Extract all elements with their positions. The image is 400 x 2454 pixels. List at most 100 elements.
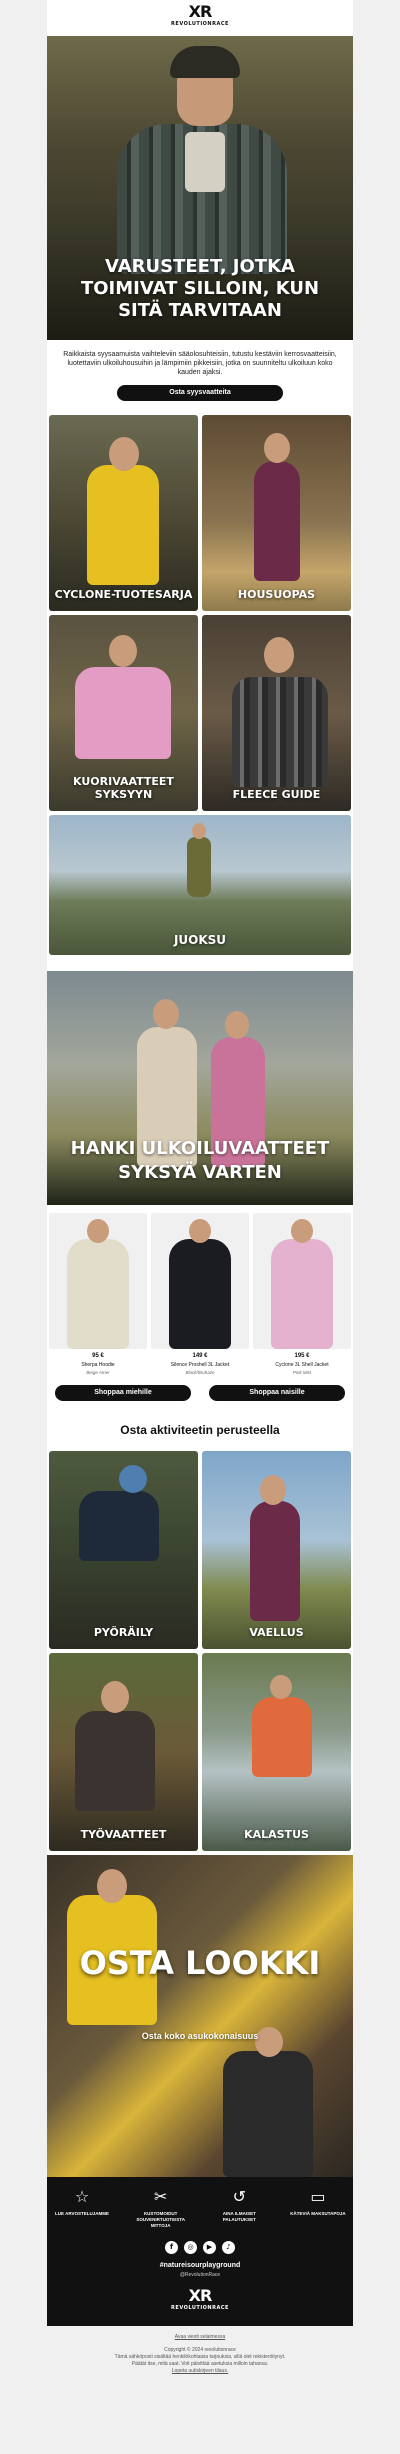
tile-person (232, 677, 328, 787)
usp-row: ☆ LUE ARVOSTELUJAMME ✂ KUSTOMOIDUT SOUVE… (53, 2187, 347, 2229)
tile-person (87, 465, 159, 585)
hero-banner[interactable]: VARUSTEET, JOTKA TOIMIVAT SILLOIN, KUN S… (47, 36, 353, 340)
product-card[interactable]: 95 € Sherpa Hoodie Beige Amer (49, 1213, 147, 1375)
usp-text: AINA ILMAISET PALAUTUKSET (222, 2211, 256, 2222)
usp-payments[interactable]: ▭ KÄTEVIÄ MAKSUTAPOJA (289, 2187, 347, 2229)
couple-woman-head (225, 1011, 249, 1039)
look-subtitle: Osta koko asukokonaisuus (141, 2031, 259, 2041)
tile-person (75, 1711, 155, 1811)
category-label: CYCLONE-TUOTESARJA (54, 588, 193, 601)
tiktok-icon[interactable]: ♪ (222, 2241, 235, 2254)
credit-card-icon: ▭ (310, 2187, 326, 2206)
product-card[interactable]: 149 € Silence Proshell 3L Jacket Black/B… (151, 1213, 249, 1375)
look-person-left-head (97, 1869, 127, 1903)
footer-logo-mark: XR REVOLUTIONRACE (53, 2288, 347, 2314)
category-label: HOUSUOPAS (237, 588, 316, 601)
tile-person-head (109, 437, 139, 471)
shop-women-button[interactable]: Shoppaa naisille (209, 1385, 345, 1401)
youtube-icon[interactable]: ▶ (203, 2241, 216, 2254)
social-handle: @RevolutionRace (179, 2272, 221, 2278)
product-cta-row: Shoppaa miehille Shoppaa naisille (47, 1381, 353, 1417)
email-container: XR REVOLUTIONRACE VARUSTEET, JOTKA TOIMI… (47, 0, 353, 2326)
tile-person-head (270, 1675, 292, 1699)
runner-figure (187, 837, 211, 897)
activity-tile-workwear[interactable]: TYÖVAATTEET (49, 1653, 198, 1851)
usp-returns[interactable]: ↺ AINA ILMAISET PALAUTUKSET (210, 2187, 268, 2229)
footer: ☆ LUE ARVOSTELUJAMME ✂ KUSTOMOIDUT SOUVE… (47, 2177, 353, 2326)
legal-footer: Avaa viesti selaimessa Copyright © 2024 … (47, 2326, 353, 2389)
view-in-browser-link[interactable]: Avaa viesti selaimessa (175, 2334, 226, 2340)
tile-person-head (264, 637, 294, 673)
instagram-icon[interactable]: ◎ (184, 2241, 197, 2254)
tile-person-head (109, 635, 137, 667)
legal-line-1: Tämä sähköposti sisältää henkilökohtaisi… (114, 2354, 286, 2360)
tile-person-head (119, 1465, 147, 1493)
tile-person-head (101, 1681, 129, 1713)
couple-man-head (153, 999, 179, 1029)
category-tile-shells[interactable]: KUORIVAATTEET SYKSYYN (49, 615, 198, 811)
footer-logo[interactable]: XR REVOLUTIONRACE (53, 2288, 347, 2314)
running-banner[interactable]: JUOKSU (49, 815, 351, 955)
tile-person-head (264, 433, 290, 463)
product-model (271, 1239, 333, 1349)
autumn-banner[interactable]: HANKI ULKOILUVAATTEET SYKSYÄ VARTEN (47, 971, 353, 1205)
activity-label: VAELLUS (249, 1626, 304, 1639)
intro-text: Raikkaista syysaamuista vaihteleviin sää… (63, 351, 337, 376)
usp-text: LUE ARVOSTELUJAMME (54, 2211, 109, 2216)
star-icon: ☆ (74, 2187, 90, 2206)
activity-tile-hiking[interactable]: VAELLUS (202, 1451, 351, 1649)
legal-line-2: Päätät itse, mitä saat. Voit päivittää a… (131, 2361, 269, 2367)
tile-person-head (260, 1475, 286, 1505)
product-card[interactable]: 195 € Cyclone 3L Shell Jacket Pink Mist (253, 1213, 351, 1375)
category-label: KUORIVAATTEET SYKSYYN (73, 775, 174, 801)
activity-label: PYÖRÄILY (93, 1626, 154, 1639)
category-tile-pants[interactable]: HOUSUOPAS (202, 415, 351, 611)
look-person-right (223, 2051, 313, 2177)
product-image (253, 1213, 351, 1349)
shop-look-banner[interactable]: OSTA LOOKKI Osta koko asukokonaisuus (47, 1855, 353, 2177)
usp-text: KUSTOMOIDUT SOUVENIRTUOTEISTA MITTOJA (136, 2211, 185, 2228)
unsubscribe-link[interactable]: Lopeta uutiskirjeen tilaus. (172, 2368, 228, 2374)
product-price: 95 € (92, 1353, 104, 1359)
product-name: Sherpa Hoodie (81, 1362, 115, 1368)
product-model (67, 1239, 129, 1349)
product-price: 149 € (192, 1353, 208, 1359)
return-icon: ↺ (232, 2187, 247, 2206)
product-model-head (189, 1219, 211, 1243)
tile-person (254, 461, 300, 581)
logo-text: REVOLUTIONRACE (171, 2305, 229, 2311)
shop-men-button[interactable]: Shoppaa miehille (55, 1385, 191, 1401)
header-logo-bar: XR REVOLUTIONRACE (47, 0, 353, 36)
tile-person (75, 667, 171, 759)
social-links: f ◎ ▶ ♪ (53, 2241, 347, 2254)
shop-autumn-button[interactable]: Osta syysvaatteita (117, 385, 283, 401)
autumn-headline: HANKI ULKOILUVAATTEET SYKSYÄ VARTEN (70, 1138, 330, 1183)
tile-person (79, 1491, 159, 1561)
product-model-head (87, 1219, 109, 1243)
brand-logo[interactable]: XR REVOLUTIONRACE (171, 4, 229, 30)
product-row: 95 € Sherpa Hoodie Beige Amer 149 € Sile… (47, 1205, 353, 1381)
tile-person (252, 1697, 312, 1777)
hero-person-cap (170, 46, 240, 78)
hero-headline: VARUSTEET, JOTKA TOIMIVAT SILLOIN, KUN S… (80, 256, 320, 321)
activity-label: KALASTUS (244, 1828, 309, 1841)
usp-custom[interactable]: ✂ KUSTOMOIDUT SOUVENIRTUOTEISTA MITTOJA (132, 2187, 190, 2229)
product-image (49, 1213, 147, 1349)
product-price: 195 € (294, 1353, 310, 1359)
product-name: Silence Proshell 3L Jacket (170, 1362, 230, 1368)
running-label: JUOKSU (173, 933, 227, 947)
hero-person-shirt (185, 132, 225, 192)
usp-reviews[interactable]: ☆ LUE ARVOSTELUJAMME (53, 2187, 111, 2229)
activities-title: Osta aktiviteetin perusteella (120, 1423, 280, 1437)
product-model-head (291, 1219, 313, 1243)
product-color: Black/Bruhaze (185, 1370, 215, 1375)
product-color: Pink Mist (292, 1370, 312, 1375)
logo-text: REVOLUTIONRACE (171, 21, 229, 27)
activity-tile-cycling[interactable]: PYÖRÄILY (49, 1451, 198, 1649)
category-tile-fleece[interactable]: FLEECE GUIDE (202, 615, 351, 811)
category-tile-cyclone[interactable]: CYCLONE-TUOTESARJA (49, 415, 198, 611)
activity-tile-fishing[interactable]: KALASTUS (202, 1653, 351, 1851)
activity-label: TYÖVAATTEET (80, 1828, 167, 1841)
facebook-icon[interactable]: f (165, 2241, 178, 2254)
category-grid: CYCLONE-TUOTESARJA HOUSUOPAS KUORIVAATTE… (47, 415, 353, 811)
